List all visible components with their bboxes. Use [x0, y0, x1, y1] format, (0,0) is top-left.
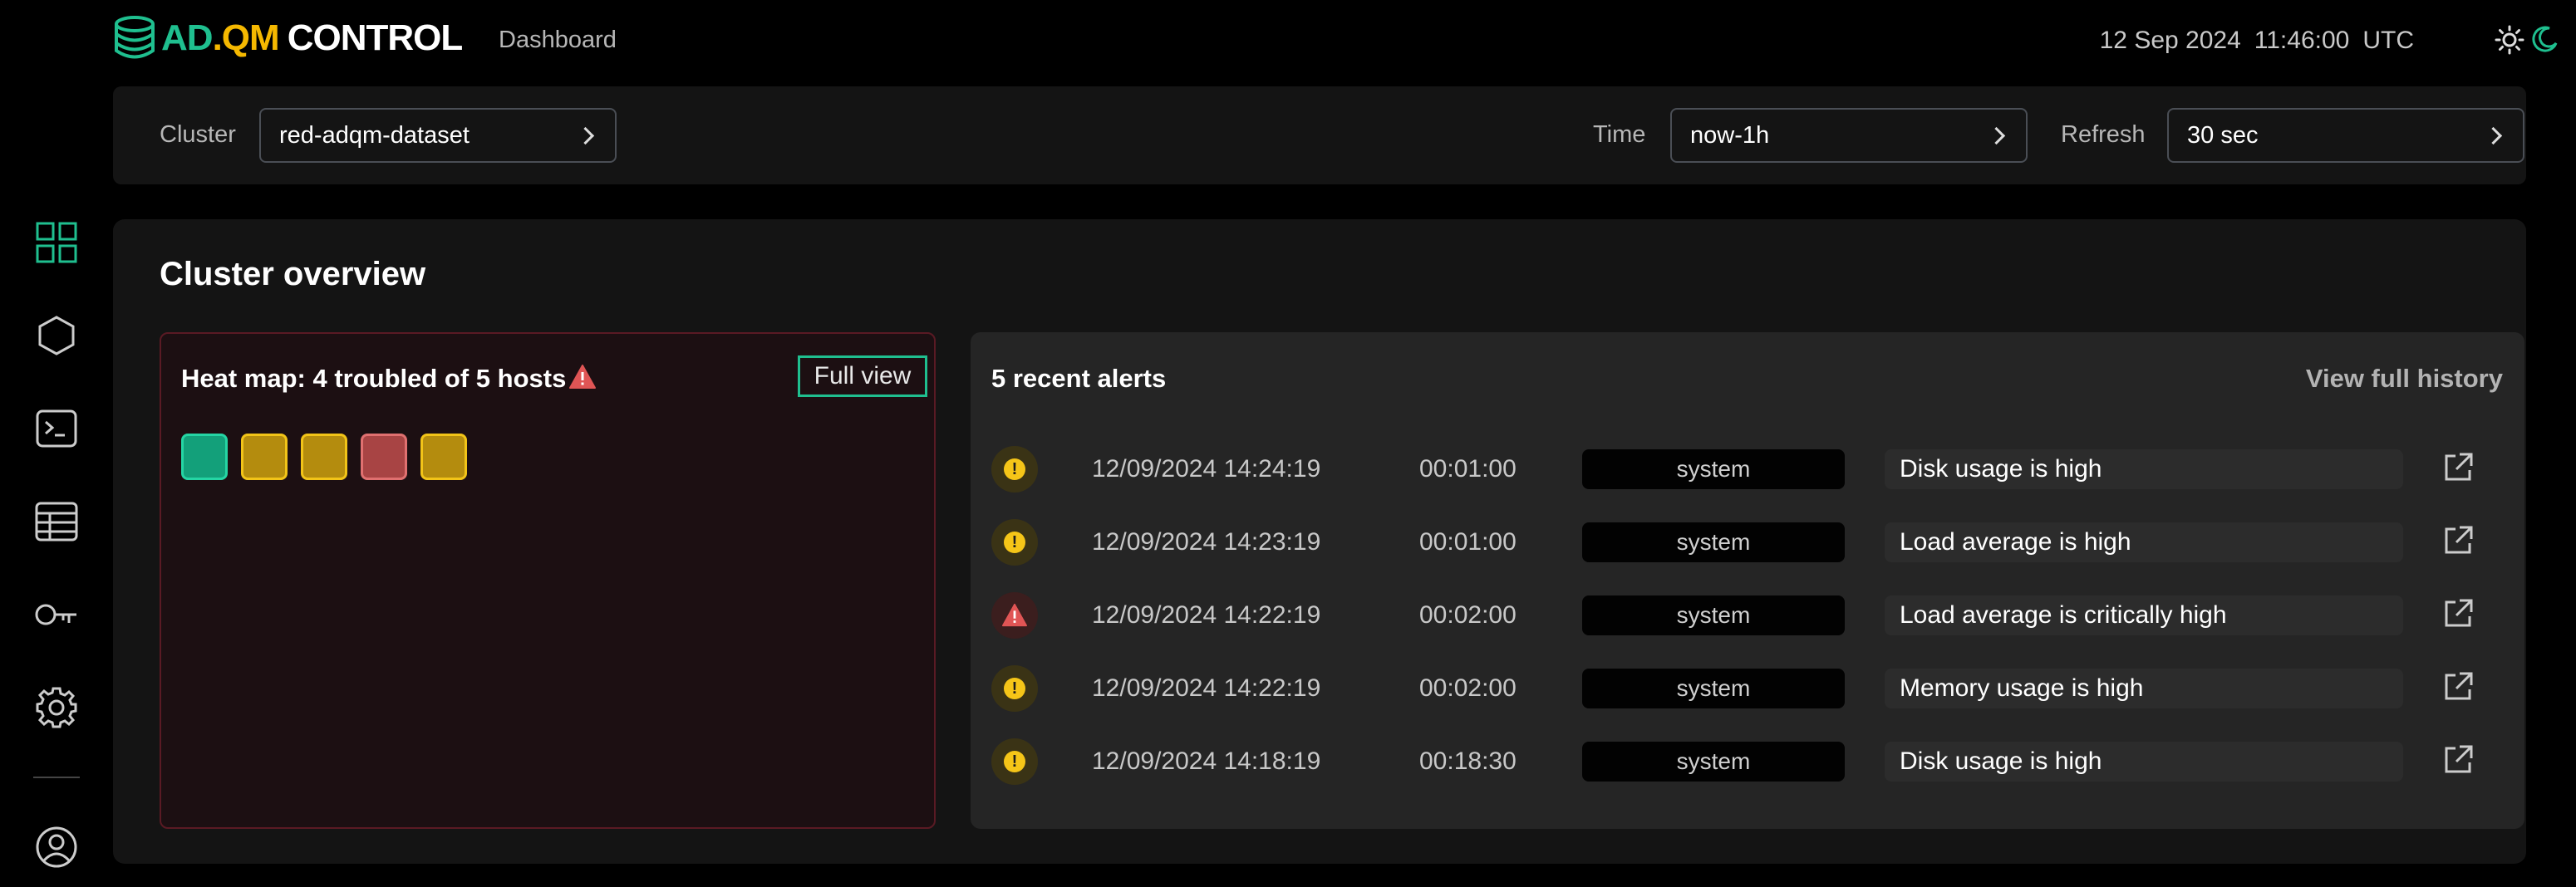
cluster-select[interactable]: red-adqm-dataset [259, 108, 617, 163]
alert-source-badge: system [1582, 742, 1845, 782]
warning-alert-icon: ! [991, 519, 1038, 566]
external-link-icon[interactable] [2441, 743, 2475, 777]
heatmap-host-cell[interactable] [361, 434, 407, 480]
alert-timestamp: 12/09/2024 14:22:19 [1092, 674, 1321, 702]
current-datetime: 12 Sep 2024 11:46:00 UTC [2087, 27, 2414, 55]
external-link-icon[interactable] [2441, 524, 2475, 557]
heatmap-host-cell[interactable] [420, 434, 467, 480]
sidebar-item-clusters[interactable] [32, 311, 81, 360]
alert-message: Load average is critically high [1885, 595, 2403, 635]
timezone: UTC [2362, 27, 2414, 54]
sidebar-divider [33, 777, 80, 778]
user-icon [36, 826, 77, 868]
heatmap-host-cell[interactable] [181, 434, 228, 480]
alert-source-badge: system [1582, 669, 1845, 708]
sidebar-item-dashboard[interactable] [32, 218, 81, 267]
database-logo-icon [115, 16, 155, 59]
warning-alert-icon: ! [991, 738, 1038, 785]
alert-duration: 00:01:00 [1419, 528, 1517, 556]
external-link-icon[interactable] [2441, 597, 2475, 630]
warning-alert-icon: ! [991, 665, 1038, 712]
heatmap-card [160, 332, 936, 829]
view-full-history-link[interactable]: View full history [2306, 364, 2503, 394]
sidebar-item-terminal[interactable] [32, 404, 81, 453]
sidebar-item-access[interactable] [32, 590, 81, 640]
alert-source-badge: system [1582, 449, 1845, 489]
chevron-right-icon [2484, 126, 2503, 145]
refresh-label: Refresh [2061, 121, 2146, 148]
hexagon-icon [38, 316, 75, 355]
terminal-icon [36, 409, 77, 448]
current-date: 12 Sep 2024 [2099, 27, 2241, 54]
critical-alert-icon [991, 592, 1038, 639]
heatmap-host-cell[interactable] [241, 434, 288, 480]
time-value: now-1h [1690, 121, 1770, 149]
current-time: 11:46:00 [2254, 27, 2350, 54]
logo[interactable]: AD.QM CONTROL [111, 10, 463, 66]
refresh-select[interactable]: 30 sec [2167, 108, 2524, 163]
nav-dashboard-link[interactable]: Dashboard [499, 27, 617, 54]
warning-triangle-icon [568, 364, 597, 394]
heatmap-title: Heat map: 4 troubled of 5 hosts [181, 364, 567, 393]
alert-timestamp: 12/09/2024 14:24:19 [1092, 455, 1321, 483]
warning-alert-icon: ! [991, 446, 1038, 493]
gear-icon [36, 687, 77, 728]
sidebar-item-settings[interactable] [32, 683, 81, 733]
time-select[interactable]: now-1h [1670, 108, 2028, 163]
alert-timestamp: 12/09/2024 14:22:19 [1092, 601, 1321, 629]
time-label: Time [1593, 121, 1646, 148]
page-title: Cluster overview [160, 256, 426, 292]
alert-duration: 00:18:30 [1419, 747, 1517, 775]
alert-source-badge: system [1582, 522, 1845, 562]
alert-source-badge: system [1582, 595, 1845, 635]
sidebar-item-tables[interactable] [32, 497, 81, 546]
chevron-right-icon [576, 126, 595, 145]
chevron-right-icon [1987, 126, 2006, 145]
sidebar-item-profile[interactable] [32, 822, 81, 872]
full-view-button[interactable]: Full view [798, 355, 927, 397]
table-icon [35, 502, 78, 542]
heatmap-host-cell[interactable] [301, 434, 347, 480]
external-link-icon[interactable] [2441, 670, 2475, 703]
cluster-label: Cluster [160, 121, 236, 148]
alert-message: Load average is high [1885, 522, 2403, 562]
cluster-value: red-adqm-dataset [279, 121, 469, 149]
alert-message: Disk usage is high [1885, 449, 2403, 489]
alert-message: Memory usage is high [1885, 669, 2403, 708]
alert-duration: 00:02:00 [1419, 674, 1517, 702]
alerts-title: 5 recent alerts [991, 364, 1167, 393]
alert-duration: 00:01:00 [1419, 455, 1517, 483]
key-icon [35, 604, 76, 625]
dashboard-grid-icon [36, 222, 77, 263]
refresh-value: 30 sec [2187, 121, 2259, 149]
logo-text: AD.QM CONTROL [161, 17, 463, 58]
sun-icon[interactable] [2495, 25, 2524, 59]
moon-icon[interactable] [2531, 25, 2559, 57]
alert-message: Disk usage is high [1885, 742, 2403, 782]
external-link-icon[interactable] [2441, 451, 2475, 484]
alert-timestamp: 12/09/2024 14:23:19 [1092, 528, 1321, 556]
alert-duration: 00:02:00 [1419, 601, 1517, 629]
alert-timestamp: 12/09/2024 14:18:19 [1092, 747, 1321, 775]
